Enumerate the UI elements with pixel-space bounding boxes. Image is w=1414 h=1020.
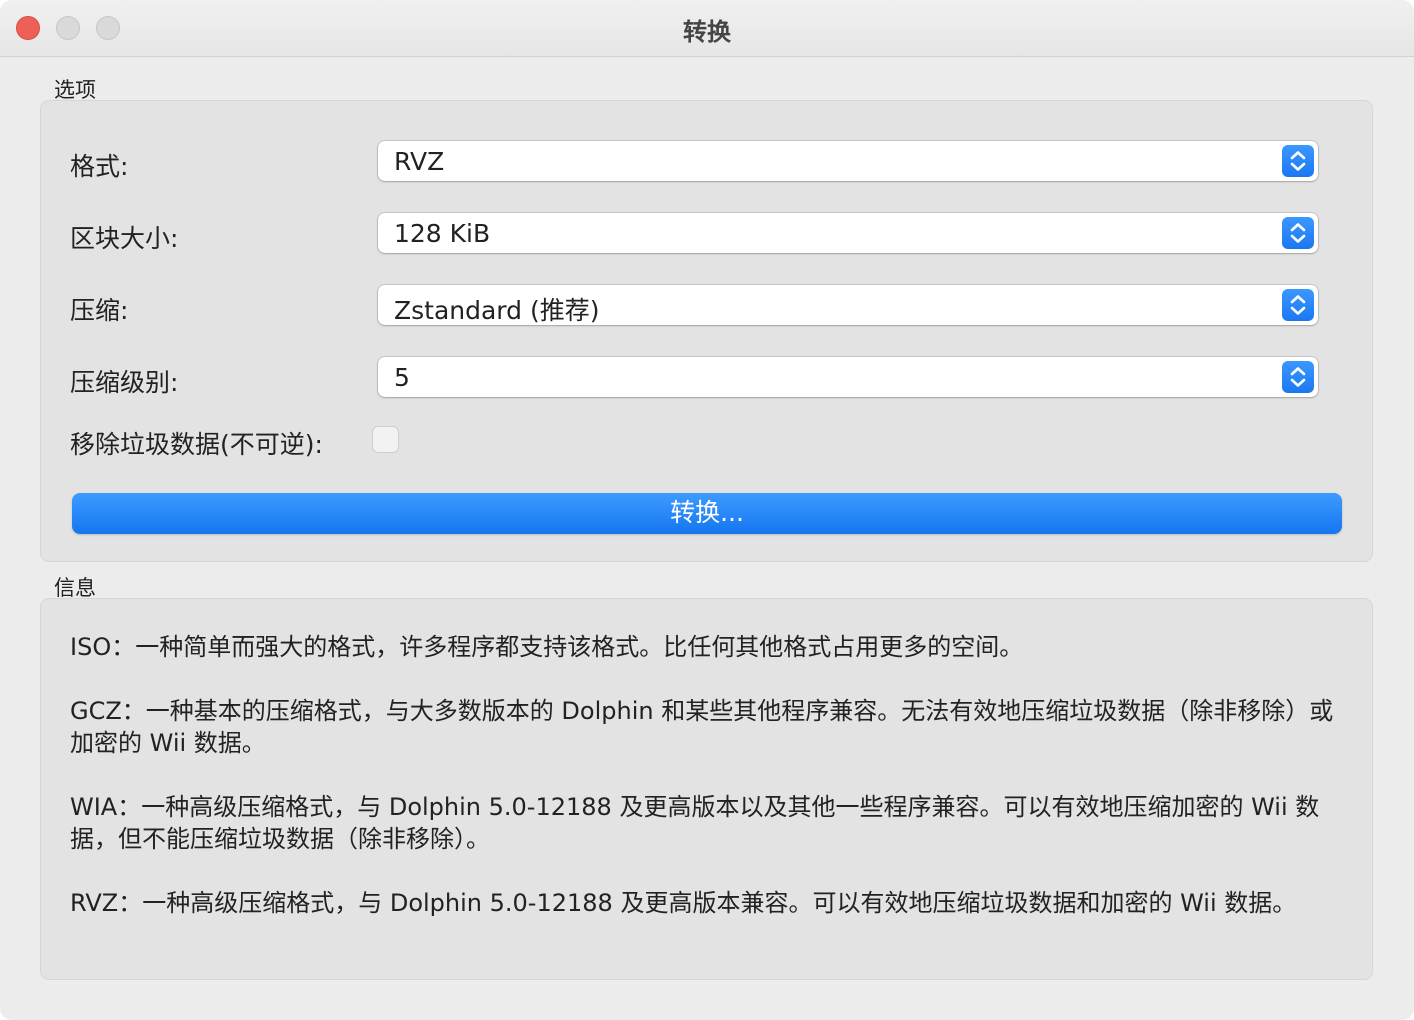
info-iso-text: ISO：一种简单而强大的格式，许多程序都支持该格式。比任何其他格式占用更多的空间… <box>70 633 1024 661</box>
compression-label: 压缩: <box>70 296 129 325</box>
compression-popup[interactable]: Zstandard (推荐) <box>378 285 1318 325</box>
block-size-popup[interactable]: 128 KiB <box>378 213 1318 253</box>
format-value: RVZ <box>394 147 445 176</box>
compression-level-value: 5 <box>394 363 410 392</box>
info-rvz-text: RVZ：一种高级压缩格式，与 Dolphin 5.0-12188 及更高版本兼容… <box>70 889 1297 917</box>
format-label: 格式: <box>70 152 129 181</box>
up-down-chevrons-icon <box>1282 361 1314 393</box>
compression-value: Zstandard (推荐) <box>394 296 600 325</box>
remove-junk-label: 移除垃圾数据(不可逆): <box>70 430 323 459</box>
remove-junk-checkbox[interactable] <box>372 426 399 453</box>
block-size-value: 128 KiB <box>394 219 491 248</box>
up-down-chevrons-icon <box>1282 217 1314 249</box>
compression-level-popup[interactable]: 5 <box>378 357 1318 397</box>
window-title: 转换 <box>683 18 731 46</box>
up-down-chevrons-icon <box>1282 289 1314 321</box>
convert-button[interactable]: 转换... <box>72 493 1342 534</box>
info-wia-text: WIA：一种高级压缩格式，与 Dolphin 5.0-12188 及更高版本以及… <box>70 793 1320 853</box>
block-size-label: 区块大小: <box>70 224 179 253</box>
convert-window: 转换 选项 格式: RVZ 区块大小: 128 KiB 压缩: Zstandar… <box>0 0 1414 1020</box>
compression-level-label: 压缩级别: <box>70 368 179 397</box>
up-down-chevrons-icon <box>1282 145 1314 177</box>
title-bar: 转换 <box>0 0 1414 57</box>
format-popup[interactable]: RVZ <box>378 141 1318 181</box>
info-gcz-text: GCZ：一种基本的压缩格式，与大多数版本的 Dolphin 和某些其他程序兼容。… <box>70 697 1334 757</box>
